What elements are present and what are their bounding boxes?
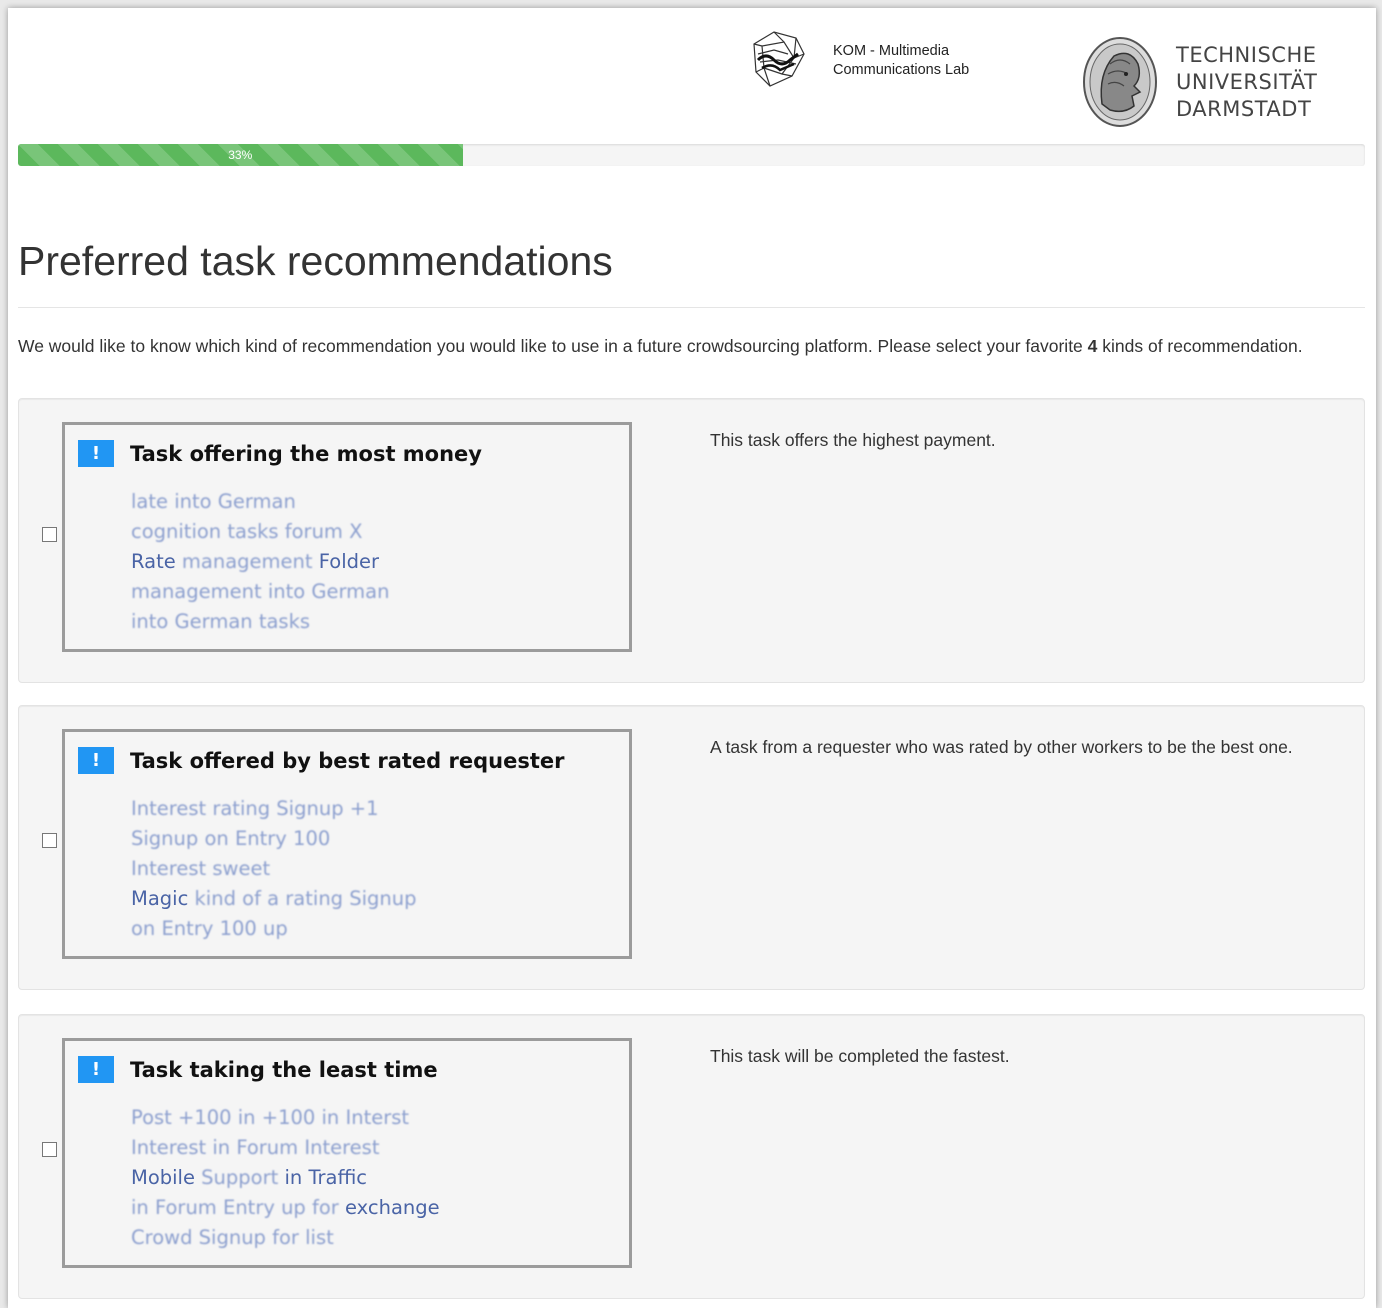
task-text-blur: cognition tasks forum X	[131, 520, 363, 543]
option-checkbox[interactable]	[42, 527, 57, 542]
option-panel: ! Task offering the most money late into G…	[18, 398, 1365, 683]
task-list-item: Interest in Forum Interest	[131, 1133, 440, 1163]
task-list-item: Interest sweet	[131, 854, 417, 884]
page-title: Preferred task recommendations	[18, 238, 613, 284]
tu-line-3: DARMSTADT	[1176, 97, 1312, 121]
task-text-blur: Crowd Signup for list	[131, 1226, 334, 1249]
exclamation-icon: !	[78, 440, 114, 467]
task-text-blur: into German tasks	[131, 610, 311, 633]
task-text-tail: in Traffic	[278, 1166, 368, 1189]
intro-text: We would like to know which kind of reco…	[18, 333, 1318, 360]
task-list-item: Rate management Folder	[131, 547, 389, 577]
tu-line-2: UNIVERSITÄT	[1176, 70, 1318, 94]
progress-bar-track: 33%	[18, 144, 1365, 166]
task-text-clear: Mobile	[131, 1166, 202, 1189]
task-text-clear: Rate	[131, 550, 182, 573]
recommendation-card: ! Task offering the most money late into G…	[62, 422, 632, 652]
task-text-blur: in Forum Entry up for	[131, 1196, 339, 1219]
task-text-blur: Signup on Entry 100	[131, 827, 331, 850]
card-title: Task offered by best rated requester	[130, 748, 565, 773]
task-text-blur: late into German	[131, 490, 296, 513]
kom-line-1: KOM - Multimedia	[833, 43, 950, 59]
task-list-item: into German tasks	[131, 607, 389, 637]
kom-line-2: Communications Lab	[833, 62, 970, 78]
option-checkbox[interactable]	[42, 1142, 57, 1157]
task-text-blur: management	[181, 550, 313, 573]
task-text-blur: Interest in Forum Interest	[131, 1136, 380, 1159]
task-list-item: Signup on Entry 100	[131, 824, 417, 854]
tu-line-1: TECHNISCHE	[1176, 43, 1317, 67]
task-text-tail: exchange	[338, 1196, 440, 1219]
card-header: ! Task offered by best rated requester	[78, 747, 564, 774]
task-text-blur: Post +100 in +100 in Interst	[131, 1106, 410, 1129]
option-description: This task will be completed the fastest.	[710, 1046, 1010, 1066]
option-panel: ! Task offered by best rated requester Int…	[18, 705, 1365, 990]
card-title: Task offering the most money	[130, 441, 482, 466]
task-list-item: Crowd Signup for list	[131, 1223, 440, 1253]
card-title: Task taking the least time	[130, 1057, 438, 1082]
task-text-blur: kind of a rating Signup	[194, 887, 417, 910]
task-list-item: Interest rating Signup +1	[131, 794, 417, 824]
task-list-item: Magic kind of a rating Signup	[131, 884, 417, 914]
task-list-item: cognition tasks forum X	[131, 517, 389, 547]
recommendation-card: ! Task taking the least time Post +100 in …	[62, 1038, 632, 1268]
survey-page: KOM - Multimedia Communications Lab TECH…	[8, 8, 1376, 1308]
task-list-item: late into German	[131, 487, 389, 517]
intro-after: kinds of recommendation.	[1097, 336, 1303, 356]
title-divider	[18, 307, 1365, 308]
tu-darmstadt-seal	[1083, 37, 1157, 127]
task-list-item: Mobile Support in Traffic	[131, 1163, 440, 1193]
progress-label: 33%	[228, 148, 253, 162]
intro-count: 4	[1087, 336, 1098, 356]
task-list-item: on Entry 100 up	[131, 914, 417, 944]
task-list-item: in Forum Entry up for exchange	[131, 1193, 440, 1223]
tu-darmstadt-name: TECHNISCHE UNIVERSITÄT DARMSTADT	[1176, 42, 1317, 123]
task-list-item: Post +100 in +100 in Interst	[131, 1103, 440, 1133]
option-checkbox[interactable]	[42, 833, 57, 848]
intro-before: We would like to know which kind of reco…	[18, 336, 1088, 356]
task-text-clear: Magic	[131, 887, 195, 910]
page-header: KOM - Multimedia Communications Lab TECH…	[8, 8, 1376, 143]
task-list-item: management into German	[131, 577, 389, 607]
task-text-tail: Folder	[312, 550, 380, 573]
task-text-blur: Interest sweet	[131, 857, 271, 880]
progress-bar-fill: 33%	[18, 144, 463, 166]
exclamation-icon: !	[78, 747, 114, 774]
kom-logo	[753, 31, 805, 87]
task-text-blur: Support	[201, 1166, 279, 1189]
task-text-blur: Interest rating Signup +1	[131, 797, 379, 820]
task-text-blur: management into German	[131, 580, 390, 603]
option-description: A task from a requester who was rated by…	[710, 737, 1293, 757]
option-description: This task offers the highest payment.	[710, 430, 996, 450]
card-header: ! Task taking the least time	[78, 1056, 438, 1083]
card-header: ! Task offering the most money	[78, 440, 482, 467]
task-list: Post +100 in +100 in Interst Interest in …	[131, 1103, 440, 1253]
recommendation-card: ! Task offered by best rated requester Int…	[62, 729, 632, 959]
task-text-blur: on Entry 100 up	[131, 917, 288, 940]
task-list: Interest rating Signup +1 Signup on Entry…	[131, 794, 417, 944]
exclamation-icon: !	[78, 1056, 114, 1083]
option-panel: ! Task taking the least time Post +100 in …	[18, 1014, 1365, 1299]
kom-lab-name: KOM - Multimedia Communications Lab	[833, 42, 969, 80]
task-list: late into German cognition tasks forum X R…	[131, 487, 389, 637]
